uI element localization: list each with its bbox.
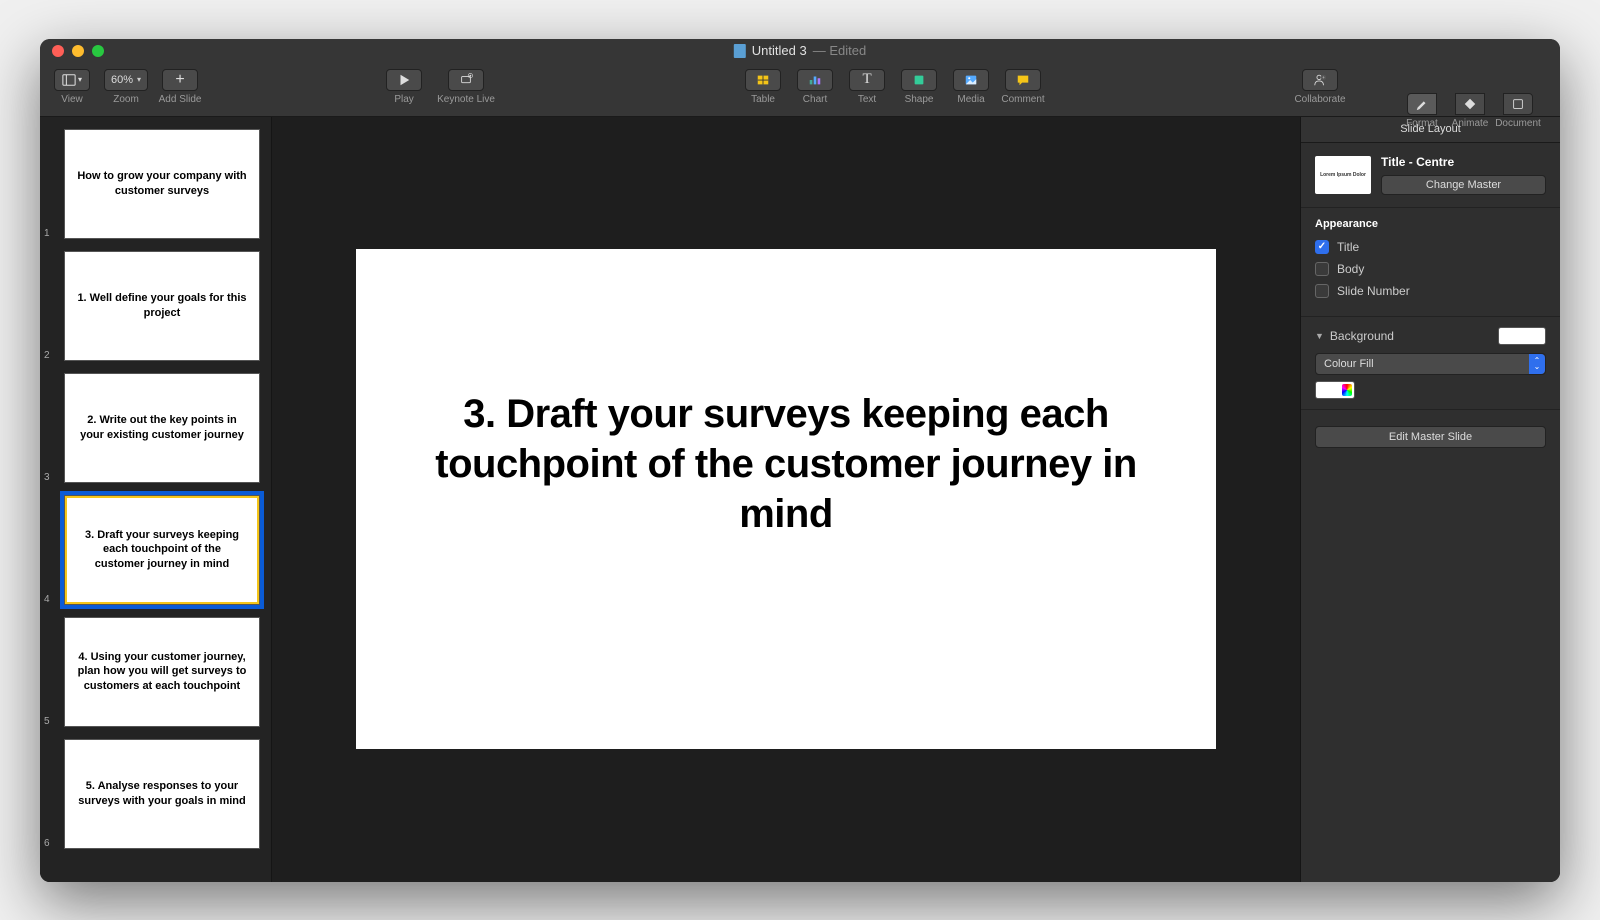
titlebar: Untitled 3 — Edited xyxy=(40,39,1560,63)
slide-number: 4 xyxy=(44,594,50,605)
inspector-tabs: Format Animate Document xyxy=(1398,93,1542,129)
document-name: Untitled 3 xyxy=(752,43,807,58)
slide-thumbnail-content[interactable]: 4. Using your customer journey, plan how… xyxy=(64,617,260,727)
disclosure-triangle[interactable]: ▼ xyxy=(1315,331,1324,341)
color-picker-well[interactable] xyxy=(1315,381,1355,399)
slide-thumbnail[interactable]: 32. Write out the key points in your exi… xyxy=(50,373,261,483)
slide-number: 1 xyxy=(44,228,50,239)
media-button[interactable]: Media xyxy=(949,69,993,105)
title-checkbox-row[interactable]: Title xyxy=(1315,240,1546,254)
slide-thumbnail-content[interactable]: 2. Write out the key points in your exis… xyxy=(64,373,260,483)
table-button[interactable]: Table xyxy=(741,69,785,105)
person-add-icon: + xyxy=(1313,73,1327,87)
change-master-button[interactable]: Change Master xyxy=(1381,175,1546,195)
broadcast-icon xyxy=(459,73,473,87)
minimize-button[interactable] xyxy=(72,45,84,57)
slide-thumbnail[interactable]: 21. Well define your goals for this proj… xyxy=(50,251,261,361)
slide-thumbnail-content[interactable]: 3. Draft your surveys keeping each touch… xyxy=(64,495,260,605)
master-slide-row: Lorem Ipsum Dolor Title - Centre Change … xyxy=(1301,143,1560,208)
slide-thumbnail-content[interactable]: 5. Analyse responses to your surveys wit… xyxy=(64,739,260,849)
chart-button[interactable]: Chart xyxy=(793,69,837,105)
traffic-lights xyxy=(52,45,104,57)
background-label: Background xyxy=(1330,329,1394,343)
slide-thumbnail[interactable]: 65. Analyse responses to your surveys wi… xyxy=(50,739,261,849)
document-tab[interactable]: Document xyxy=(1494,93,1542,129)
media-icon xyxy=(964,73,978,87)
slide-thumbnail[interactable]: 54. Using your customer journey, plan ho… xyxy=(50,617,261,727)
doc-icon xyxy=(1511,97,1525,111)
slide-canvas[interactable]: 3. Draft your surveys keeping each touch… xyxy=(356,249,1216,749)
zoom-control[interactable]: 60%▾ Zoom xyxy=(104,69,148,105)
canvas-area[interactable]: 3. Draft your surveys keeping each touch… xyxy=(272,117,1300,882)
slide-number: 2 xyxy=(44,350,50,361)
play-button[interactable]: Play xyxy=(382,69,426,105)
comment-button[interactable]: Comment xyxy=(1001,69,1045,105)
format-inspector: Slide Layout Lorem Ipsum Dolor Title - C… xyxy=(1300,117,1560,882)
comment-icon xyxy=(1016,73,1030,87)
add-slide-button[interactable]: + Add Slide xyxy=(158,69,202,105)
sidebar-icon xyxy=(62,73,76,87)
table-icon xyxy=(756,73,770,87)
slide-thumbnail-content[interactable]: 1. Well define your goals for this proje… xyxy=(64,251,260,361)
shape-button[interactable]: Shape xyxy=(897,69,941,105)
master-thumbnail: Lorem Ipsum Dolor xyxy=(1315,156,1371,194)
main-area: 1 How to grow your company with customer … xyxy=(40,117,1560,882)
view-button[interactable]: ▾ View xyxy=(50,69,94,105)
shape-icon xyxy=(912,73,926,87)
body-checkbox[interactable] xyxy=(1315,262,1329,276)
appearance-label: Appearance xyxy=(1315,218,1546,230)
slide-number: 3 xyxy=(44,472,50,483)
document-title: Untitled 3 — Edited xyxy=(734,43,866,58)
document-status: — Edited xyxy=(813,43,866,58)
text-button[interactable]: T Text xyxy=(845,69,889,105)
slide-number: 5 xyxy=(44,716,50,727)
toolbar: ▾ View 60%▾ Zoom + Add Slide Play Keynot… xyxy=(40,63,1560,117)
slide-thumbnail-content[interactable]: How to grow your company with customer s… xyxy=(64,129,260,239)
document-icon xyxy=(734,44,746,58)
keynote-window: Untitled 3 — Edited ▾ View 60%▾ Zoom + A… xyxy=(40,39,1560,882)
keynote-live-button[interactable]: Keynote Live xyxy=(436,69,496,105)
slide-navigator[interactable]: 1 How to grow your company with customer … xyxy=(40,117,272,882)
slide-title-text[interactable]: 3. Draft your surveys keeping each touch… xyxy=(416,389,1156,539)
chevron-updown-icon: ⌃⌄ xyxy=(1529,354,1545,374)
background-section: ▼ Background Colour Fill ⌃⌄ xyxy=(1301,317,1560,410)
appearance-section: Appearance Title Body Slide Number xyxy=(1301,208,1560,317)
fill-type-dropdown[interactable]: Colour Fill ⌃⌄ xyxy=(1315,353,1546,375)
body-checkbox-row[interactable]: Body xyxy=(1315,262,1546,276)
svg-text:+: + xyxy=(1322,75,1325,80)
diamond-icon xyxy=(1463,97,1477,111)
slide-thumbnail[interactable]: 43. Draft your surveys keeping each touc… xyxy=(50,495,261,605)
title-checkbox[interactable] xyxy=(1315,240,1329,254)
slide-number-checkbox[interactable] xyxy=(1315,284,1329,298)
edit-master-slide-button[interactable]: Edit Master Slide xyxy=(1315,426,1546,448)
animate-tab[interactable]: Animate xyxy=(1446,93,1494,129)
slide-thumbnail[interactable]: 1How to grow your company with customer … xyxy=(50,129,261,239)
master-name: Title - Centre xyxy=(1381,155,1546,169)
slide-number: 6 xyxy=(44,838,50,849)
maximize-button[interactable] xyxy=(92,45,104,57)
slide-number-checkbox-row[interactable]: Slide Number xyxy=(1315,284,1546,298)
play-icon xyxy=(397,73,411,87)
close-button[interactable] xyxy=(52,45,64,57)
brush-icon xyxy=(1415,97,1429,111)
chart-icon xyxy=(808,73,822,87)
collaborate-button[interactable]: + Collaborate xyxy=(1290,69,1350,105)
format-tab[interactable]: Format xyxy=(1398,93,1446,129)
background-color-well[interactable] xyxy=(1498,327,1546,345)
